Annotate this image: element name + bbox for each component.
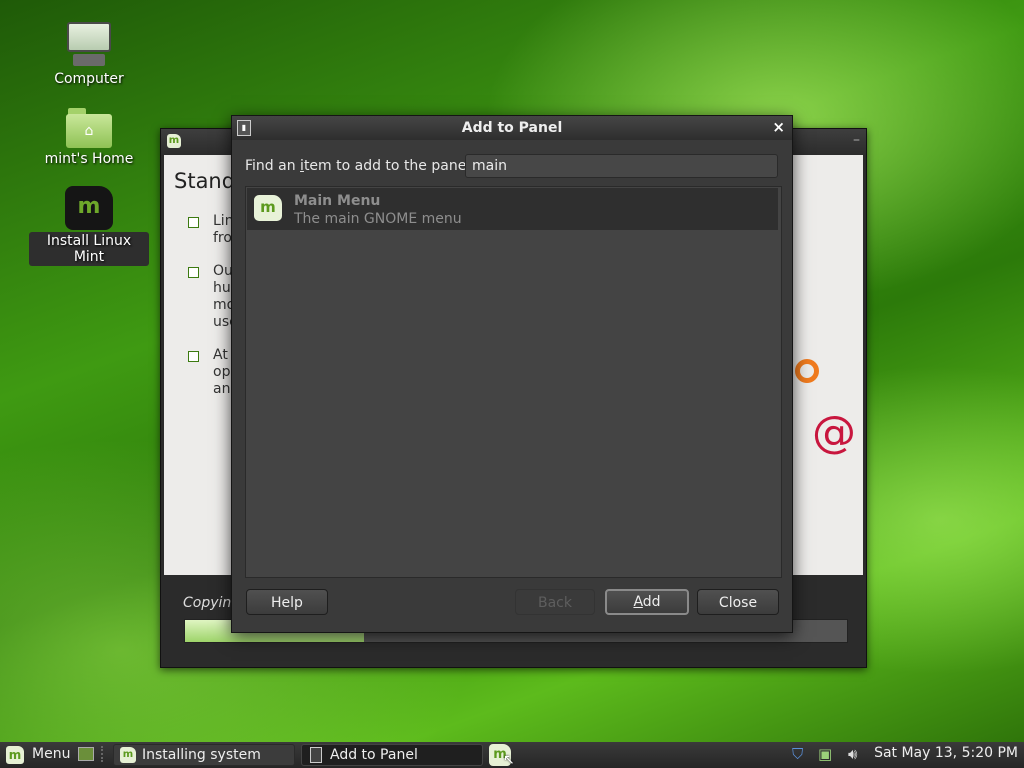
taskbar: m Menu m Installing system Add to Panel … (0, 742, 1024, 768)
dialog-titlebar[interactable]: ▮ Add to Panel × (232, 116, 792, 140)
show-desktop-icon[interactable] (78, 747, 94, 761)
update-shield-icon[interactable]: ⛉ (792, 745, 803, 765)
minimize-icon[interactable]: – (853, 132, 860, 148)
close-button[interactable]: Close (697, 589, 779, 615)
item-description: The main GNOME menu (294, 211, 462, 227)
list-item[interactable]: m Main Menu The main GNOME menu (247, 188, 778, 230)
add-to-panel-dialog[interactable]: ▮ Add to Panel × Find an item to add to … (231, 115, 793, 633)
taskbar-item-installing-system[interactable]: m Installing system (113, 744, 295, 766)
taskbar-item-label: Add to Panel (330, 747, 418, 763)
bullet-icon (188, 217, 199, 228)
clock[interactable]: Sat May 13, 5:20 PM (874, 745, 1018, 761)
debian-logo-icon: @ (812, 407, 856, 458)
desktop-icon-computer[interactable]: Computer (29, 22, 149, 88)
ubuntu-logo-icon (795, 359, 819, 383)
taskbar-item-label: Installing system (142, 747, 261, 763)
linux-mint-menu-icon: m (254, 195, 282, 221)
installer-heading: Stand (174, 169, 236, 193)
search-input[interactable] (465, 154, 778, 178)
close-icon[interactable]: × (772, 118, 785, 136)
network-icon[interactable]: ▣ (818, 745, 832, 765)
linux-mint-logo-icon: m (65, 186, 113, 230)
desktop-icon-label: mint's Home (44, 151, 134, 167)
desktop-icon-label: Install Linux Mint (29, 232, 149, 266)
bullet-icon (188, 267, 199, 278)
panel-grip[interactable] (101, 746, 107, 762)
item-name: Main Menu (294, 193, 381, 209)
add-button[interactable]: Add (605, 589, 689, 615)
linux-mint-menu-icon: m (6, 746, 24, 764)
computer-icon (65, 22, 113, 68)
item-list[interactable]: m Main Menu The main GNOME menu (245, 186, 782, 578)
mouse-cursor-icon: ↖ (503, 752, 515, 768)
home-folder-icon: ⌂ (66, 108, 112, 148)
linux-mint-logo-icon: m (167, 134, 181, 148)
desktop-icon-home[interactable]: ⌂ mint's Home (29, 108, 149, 168)
bullet-icon (188, 351, 199, 362)
help-button[interactable]: Help (246, 589, 328, 615)
panel-icon (310, 747, 322, 763)
back-button[interactable]: Back (515, 589, 595, 615)
desktop-icon-label: Computer (54, 71, 124, 87)
desktop-icon-install[interactable]: m Install Linux Mint (29, 186, 149, 266)
menu-label: Menu (32, 746, 71, 762)
taskbar-item-add-to-panel[interactable]: Add to Panel (301, 744, 483, 766)
linux-mint-logo-icon: m (120, 747, 136, 763)
find-label: Find an item to add to the panel: (245, 158, 475, 174)
volume-icon[interactable]: 🔊︎ (848, 745, 857, 765)
dialog-title: Add to Panel (461, 120, 563, 136)
